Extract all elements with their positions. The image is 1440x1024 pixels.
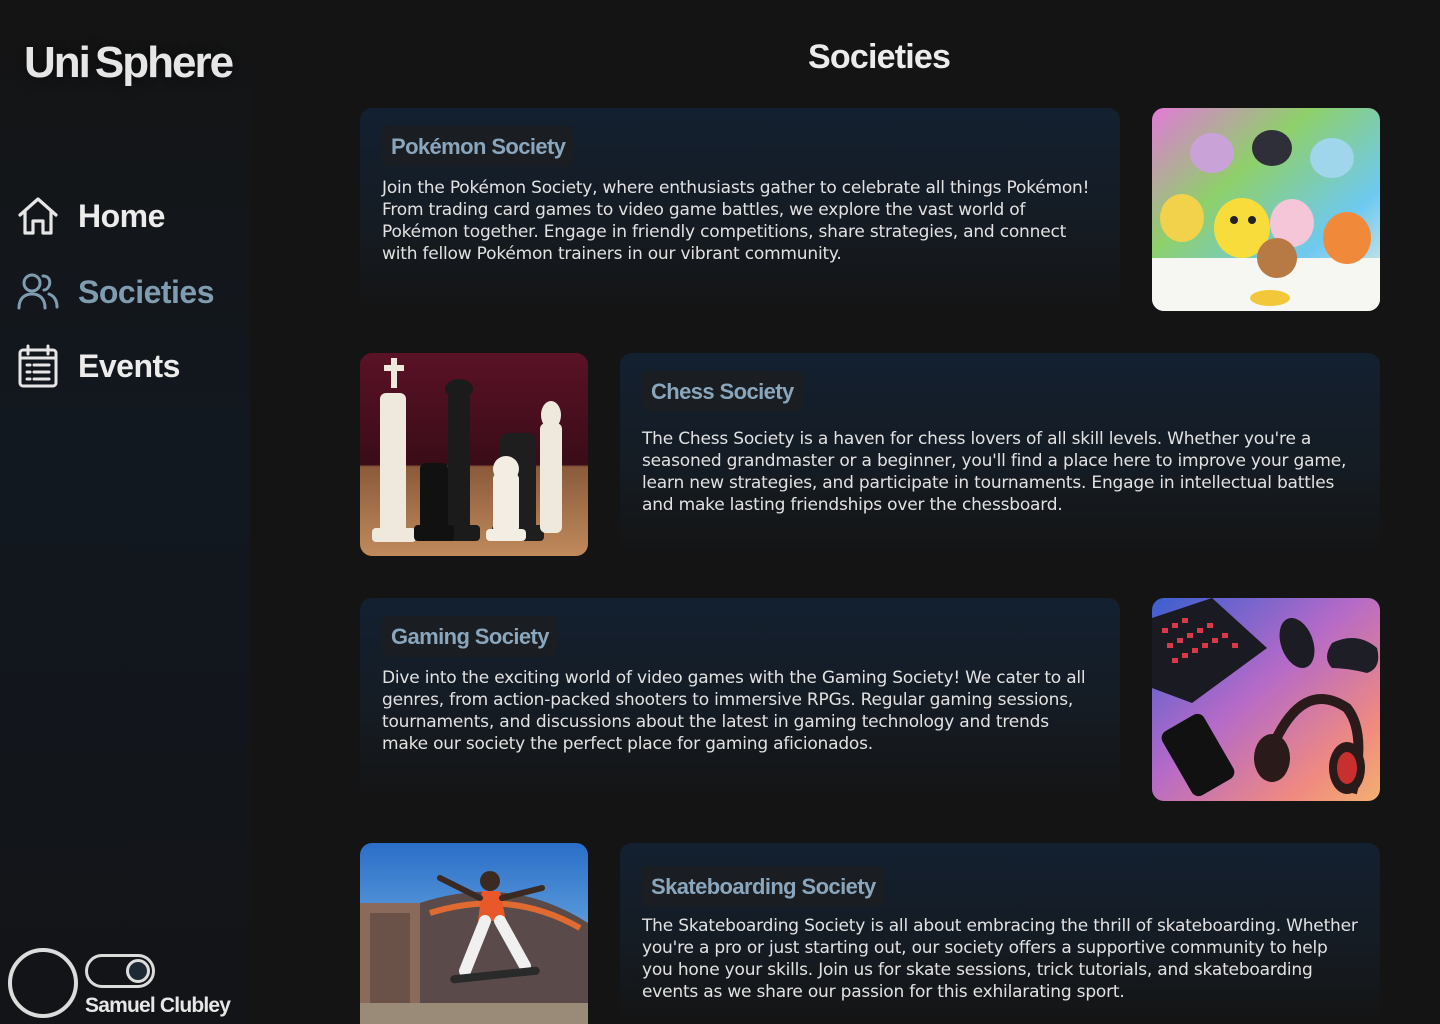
sidebar-item-events[interactable]: Events (16, 344, 180, 388)
society-title[interactable]: Chess Society (642, 371, 803, 412)
calendar-icon (16, 344, 60, 388)
toggle-knob (126, 959, 150, 983)
page-title: Societies (808, 38, 951, 76)
society-title[interactable]: Pokémon Society (382, 126, 575, 167)
sidebar-item-societies[interactable]: Societies (16, 270, 215, 314)
logo-text-sphere: Sphere (94, 38, 234, 87)
society-description: Dive into the exciting world of video ga… (382, 668, 1086, 754)
gaming-image[interactable] (1152, 598, 1380, 801)
society-card-skateboarding[interactable]: Skateboarding Society The Skateboarding … (620, 843, 1380, 1024)
society-card-chess[interactable]: Chess Society The Chess Society is a hav… (620, 353, 1380, 556)
sidebar: Uni Sphere Home Societies Events Samuel … (0, 0, 250, 1024)
theme-toggle[interactable] (85, 954, 155, 988)
sidebar-item-label: Societies (78, 273, 215, 310)
skateboarding-image[interactable] (360, 843, 588, 1024)
avatar[interactable] (8, 948, 78, 1018)
pokemon-image[interactable] (1152, 108, 1380, 311)
user-name: Samuel Clubley (85, 994, 231, 1017)
home-icon (16, 194, 60, 238)
society-card-pokemon[interactable]: Pokémon Society Join the Pokémon Society… (360, 108, 1120, 311)
logo-text-uni: Uni (24, 38, 91, 87)
sidebar-item-label: Home (78, 197, 165, 234)
society-description: The Chess Society is a haven for chess l… (642, 429, 1347, 515)
sidebar-item-label: Events (78, 347, 180, 384)
society-card-gaming[interactable]: Gaming Society Dive into the exciting wo… (360, 598, 1120, 801)
society-title[interactable]: Gaming Society (382, 616, 558, 657)
society-description: Join the Pokémon Society, where enthusia… (382, 178, 1090, 264)
chess-image[interactable] (360, 353, 588, 556)
sidebar-item-home[interactable]: Home (16, 194, 165, 238)
society-description: The Skateboarding Society is all about e… (642, 916, 1358, 1002)
society-title[interactable]: Skateboarding Society (642, 866, 885, 907)
app-logo[interactable]: Uni Sphere (24, 38, 234, 88)
users-icon (16, 270, 60, 314)
user-panel: Samuel Clubley (8, 948, 248, 1024)
